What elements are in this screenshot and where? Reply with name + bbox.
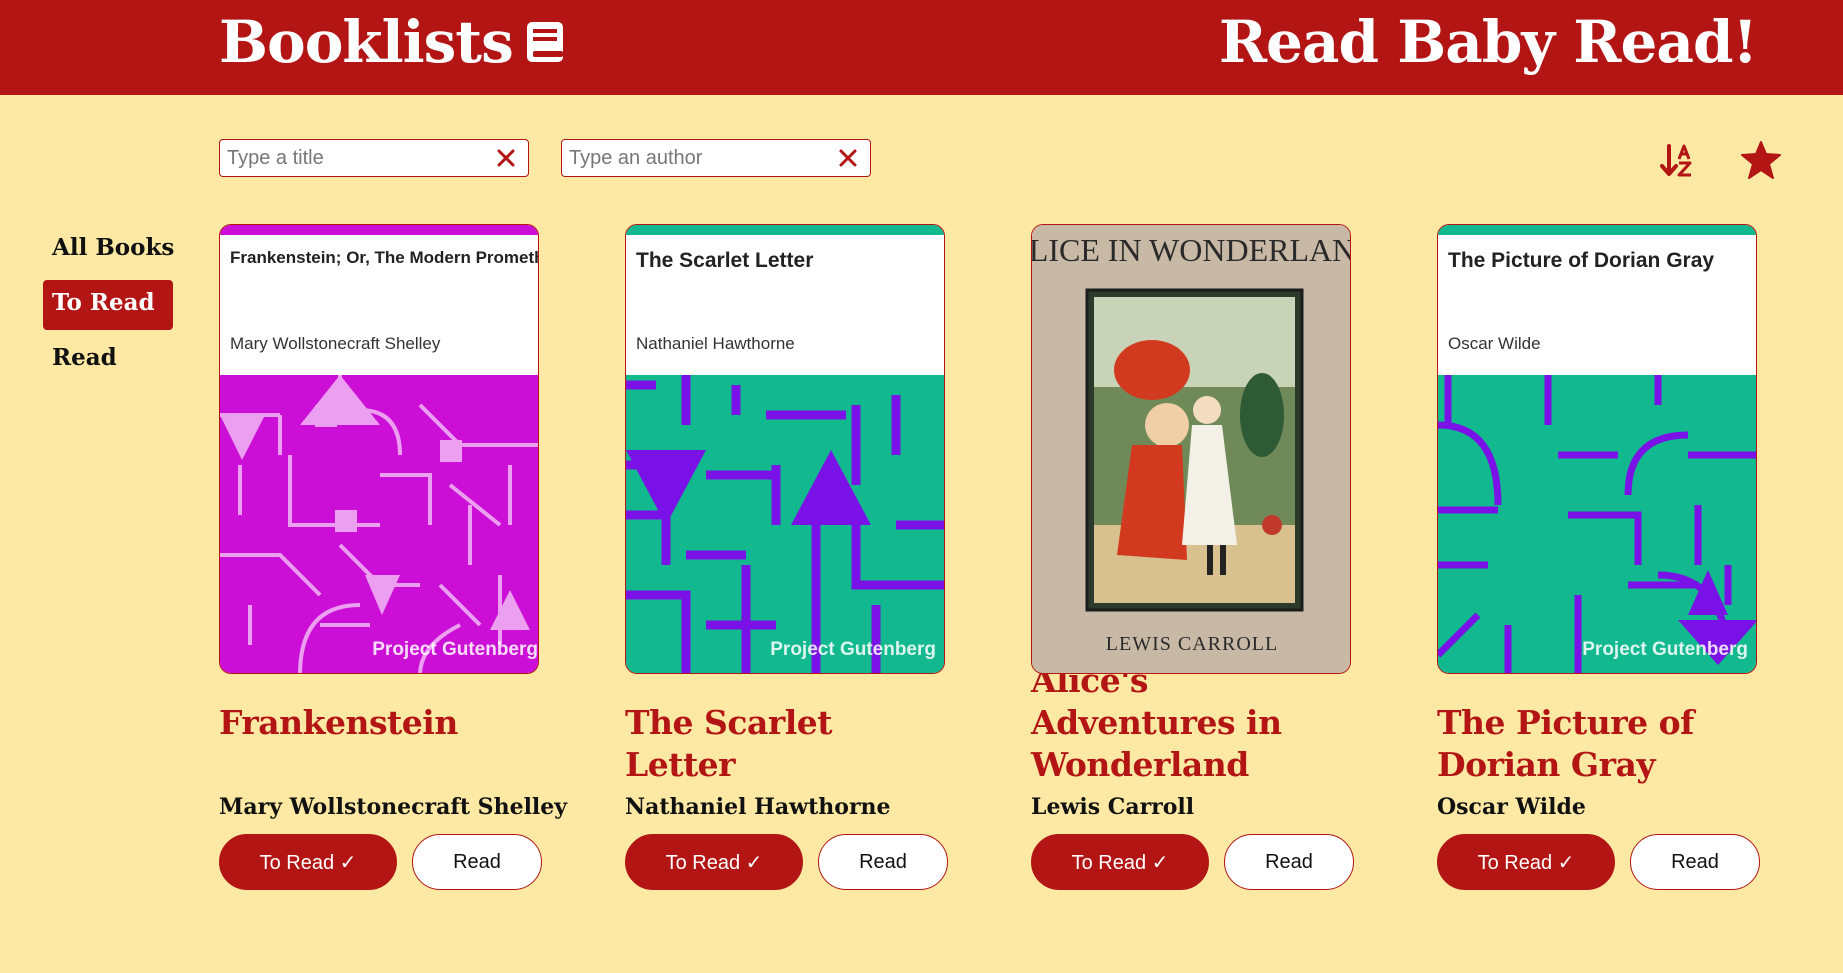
- brand-title: Booklists: [219, 8, 514, 76]
- book-card: The Scarlet Letter Nathaniel Hawthorne P…: [625, 224, 950, 890]
- book-icon: [526, 22, 563, 62]
- cover-art: The Picture of Dorian Gray Oscar Wilde P…: [1438, 225, 1756, 673]
- app-header: Booklists Read Baby Read!: [0, 0, 1843, 95]
- book-cover[interactable]: The Scarlet Letter Nathaniel Hawthorne P…: [625, 224, 945, 674]
- cover-author: Mary Wollstonecraft Shelley: [230, 334, 441, 353]
- book-cover[interactable]: Frankenstein; Or, The Modern Prometheus …: [219, 224, 539, 674]
- author-search-field[interactable]: [561, 139, 871, 177]
- book-card: The Picture of Dorian Gray Oscar Wilde P…: [1437, 224, 1762, 890]
- book-author: Mary Wollstonecraft Shelley: [219, 794, 568, 820]
- cover-title: The Picture of Dorian Gray: [1448, 249, 1714, 272]
- read-button[interactable]: Read: [1224, 834, 1354, 890]
- clear-title-icon[interactable]: [496, 148, 516, 168]
- cover-art: ALICE IN WONDERLAND LEWIS CARROLL: [1032, 225, 1351, 673]
- book-cover[interactable]: The Picture of Dorian Gray Oscar Wilde P…: [1437, 224, 1757, 674]
- book-title[interactable]: Frankenstein: [219, 702, 544, 744]
- title-search-field[interactable]: [219, 139, 529, 177]
- read-button[interactable]: Read: [818, 834, 948, 890]
- tagline: Read Baby Read!: [1218, 8, 1758, 76]
- cover-art: Frankenstein; Or, The Modern Prometheus …: [220, 225, 539, 673]
- book-cover[interactable]: ALICE IN WONDERLAND LEWIS CARROLL: [1031, 224, 1351, 674]
- to-read-button[interactable]: To Read ✓: [1031, 834, 1209, 890]
- to-read-button[interactable]: To Read ✓: [219, 834, 397, 890]
- book-author: Oscar Wilde: [1437, 794, 1586, 820]
- cover-title: The Scarlet Letter: [636, 249, 813, 272]
- cover-title: ALICE IN WONDERLAND: [1032, 232, 1351, 268]
- read-button[interactable]: Read: [412, 834, 542, 890]
- nav-item-to-read[interactable]: To Read: [43, 280, 173, 330]
- book-card: ALICE IN WONDERLAND LEWIS CARROLL Alice'…: [1031, 224, 1356, 890]
- star-icon[interactable]: [1741, 141, 1781, 179]
- to-read-button[interactable]: To Read ✓: [625, 834, 803, 890]
- cover-publisher: Project Gutenberg: [770, 639, 936, 660]
- clear-author-icon[interactable]: [838, 148, 858, 168]
- nav-item-all-books[interactable]: All Books: [43, 225, 174, 275]
- cover-author: LEWIS CARROLL: [1106, 633, 1278, 655]
- brand[interactable]: Booklists: [219, 8, 565, 76]
- book-title[interactable]: Alice's Adventures in Wonderland: [1031, 661, 1356, 786]
- read-button[interactable]: Read: [1630, 834, 1760, 890]
- sort-az-icon[interactable]: [1660, 143, 1694, 177]
- book-title[interactable]: The Scarlet Letter: [625, 702, 950, 784]
- sidebar-nav: All Books To Read Read: [43, 225, 174, 390]
- cover-publisher: Project Gutenberg: [372, 639, 538, 660]
- book-author: Lewis Carroll: [1031, 794, 1195, 820]
- book-card: Frankenstein; Or, The Modern Prometheus …: [219, 224, 568, 890]
- cover-title: Frankenstein; Or, The Modern Prometheus: [230, 248, 539, 267]
- book-title[interactable]: The Picture of Dorian Gray: [1437, 702, 1762, 786]
- nav-item-read[interactable]: Read: [43, 335, 173, 385]
- to-read-button[interactable]: To Read ✓: [1437, 834, 1615, 890]
- author-search-input[interactable]: [569, 146, 819, 170]
- cover-art: The Scarlet Letter Nathaniel Hawthorne P…: [626, 225, 944, 673]
- cover-author: Oscar Wilde: [1448, 334, 1541, 353]
- cover-publisher: Project Gutenberg: [1582, 639, 1748, 660]
- cover-author: Nathaniel Hawthorne: [636, 334, 795, 353]
- title-search-input[interactable]: [227, 146, 477, 170]
- book-author: Nathaniel Hawthorne: [625, 794, 891, 820]
